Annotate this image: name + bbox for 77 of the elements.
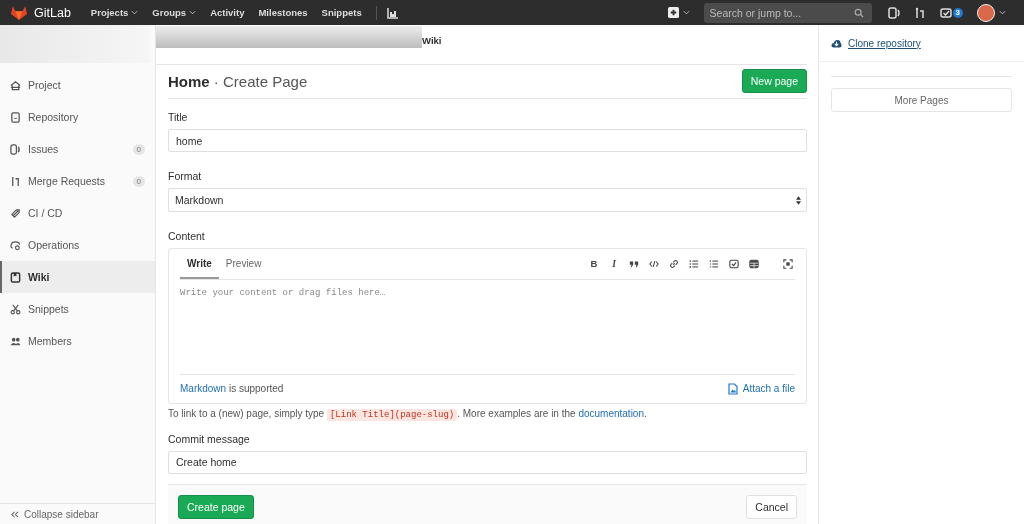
sidebar-item-icon [10,175,21,187]
bold-button[interactable]: B [589,258,599,270]
nav-link[interactable]: Projects [90,7,139,18]
commit-message-field[interactable]: Create home [168,450,807,474]
editor-tab[interactable]: Preview [218,248,269,279]
sidebar-item-icon [10,79,21,91]
double-chevron-icon [10,510,19,518]
collapse-sidebar-button[interactable]: Collapse sidebar [0,503,155,524]
field-label: Commit message [168,432,251,445]
cancel-button[interactable]: Cancel [746,495,797,519]
italic-button[interactable]: I [609,258,619,269]
todo-count-badge: 3 [952,7,963,18]
avatar-circle [977,3,995,22]
sidebar-item-icon [10,271,21,283]
task-icon[interactable] [729,258,739,269]
code-icon[interactable] [649,258,659,269]
sidebar-item-icon [10,111,21,123]
page-title: Home · Create Page [168,72,309,90]
caret-icon [999,10,1006,15]
sidebar-item-icon [10,143,21,155]
todo-button[interactable]: 3 [939,6,963,19]
sidebar-item[interactable]: Members [0,325,155,357]
bullets-icon[interactable] [689,258,699,269]
image-file-icon [727,382,738,395]
sidebar-item[interactable]: Issues 0 [0,133,155,165]
breadcrumb-link[interactable]: Wiki [422,34,442,46]
new-menu-button[interactable] [667,7,690,18]
numbers-icon[interactable] [709,258,719,269]
attach-file-link[interactable]: Attach a file [727,382,795,395]
plus-icon [667,7,679,18]
cloud-download-icon [831,38,842,48]
sidebar-item[interactable]: Wiki [0,261,155,293]
sidebar-item[interactable]: Merge Requests 0 [0,165,155,197]
issues-icon[interactable] [887,6,900,19]
up-down-arrows-icon [796,195,801,205]
markdown-link[interactable]: Markdown [180,383,227,395]
markdown-hint: Markdown is supported [180,383,284,395]
sidebar-item[interactable]: Project [0,69,155,101]
nav-link[interactable]: Milestones [258,7,308,18]
field-label: Content [168,229,206,242]
user-menu-button[interactable] [977,3,1006,22]
sidebar-item-icon [10,335,21,347]
format-select[interactable]: Markdown [168,188,807,212]
count-badge: 0 [132,143,145,155]
sidebar-item-icon [10,303,21,315]
help-text: To link to a (new) page, simply type [Link Title](page-slug) . More examples are in the documentation. [168,407,648,420]
nav-link[interactable]: Snippets [321,7,362,18]
search-input[interactable]: Search or jump to... [709,6,854,19]
caret-icon [682,10,690,15]
brand-name[interactable]: GitLab [34,5,71,20]
nav-link[interactable]: Groups [152,7,197,18]
merge-request-icon[interactable] [913,6,926,19]
sidebar-item-icon [10,239,21,251]
nav-link[interactable]: Activity [210,7,245,18]
sidebar-item[interactable]: Operations [0,229,155,261]
sidebar-item-icon [10,207,21,219]
clone-repository-link[interactable]: Clone repository [848,37,921,49]
fox-logo-icon[interactable] [10,4,28,21]
more-pages-button[interactable]: More Pages [831,88,1012,112]
field-label: Title [168,111,189,123]
sidebar-item[interactable]: Repository [0,101,155,133]
caret-icon [189,10,197,15]
link-icon[interactable] [669,258,679,269]
caret-icon [131,10,139,15]
documentation-link[interactable]: documentation [578,407,644,419]
fullscreen-icon[interactable] [783,258,793,269]
search-field[interactable]: Search or jump to... [703,2,872,23]
content-editor[interactable]: Write Preview B I Write your content or drag files here… Markdown is supported Attach a file [168,247,807,404]
sidebar-item[interactable]: CI / CD [0,197,155,229]
search-icon [853,7,864,18]
field-label: Format [168,170,203,183]
count-badge: 0 [132,175,145,187]
table-icon[interactable] [749,258,759,269]
editor-tab[interactable]: Write [180,248,219,279]
sidebar-item[interactable]: Snippets [0,293,155,325]
title-field[interactable]: home [168,129,807,153]
chart-icon[interactable] [386,6,399,19]
